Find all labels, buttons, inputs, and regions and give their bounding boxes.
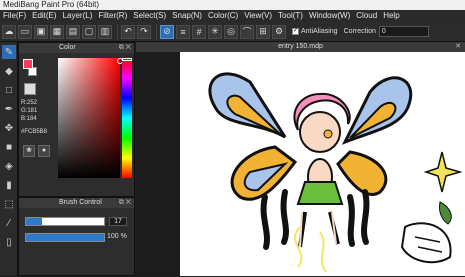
save-icon[interactable]: ▣ (34, 24, 48, 39)
rgb-readout: R:252 G:181 B:184 (21, 99, 37, 123)
gradient-tool-icon[interactable]: ▮ (2, 178, 16, 192)
layer-icon[interactable]: ▤ (66, 24, 80, 39)
brush-panel-title: Brush Control (59, 199, 102, 206)
brush-size-slider[interactable] (25, 217, 105, 226)
menu-select[interactable]: Select(S) (130, 10, 169, 22)
brush-control-panel: Brush Control ⧉ ✕ 17 100 % (18, 197, 135, 276)
correction-select[interactable]: 0 (378, 26, 429, 37)
brush-size-fill (26, 218, 42, 225)
fill-tool-icon[interactable]: ◈ (2, 159, 16, 173)
menu-layer[interactable]: Layer(L) (60, 10, 96, 22)
color-panel-title: Color (59, 44, 76, 51)
brush-panel-header: Brush Control ⧉ ✕ (19, 198, 134, 208)
film-icon[interactable]: ▥ (98, 24, 112, 39)
drawing-canvas[interactable] (180, 52, 465, 276)
brush-opacity-value[interactable]: 100 % (107, 233, 127, 240)
window-title: MediBang Paint Pro (64bit) (0, 0, 465, 10)
cloud-icon[interactable]: ☁ (2, 24, 16, 39)
snap-curve-icon[interactable]: ⌒ (240, 24, 254, 39)
folder-icon[interactable]: ▭ (18, 24, 32, 39)
separator (117, 24, 118, 39)
menu-filter[interactable]: Filter(R) (95, 10, 130, 22)
dot-tool-icon[interactable]: □ (2, 83, 16, 97)
correction-label: Correction (343, 28, 376, 35)
eyedropper-tool-icon[interactable]: ⁄ (2, 216, 16, 230)
antialiasing-toggle[interactable]: ✓ AntiAliasing (292, 28, 338, 35)
snap-parallel-icon[interactable]: ≡ (176, 24, 190, 39)
hex-value[interactable]: #FCB5B8 (21, 129, 47, 135)
fairy-artwork (208, 72, 463, 273)
snap-settings-icon[interactable]: ⚙ (272, 24, 286, 39)
menu-file[interactable]: File(F) (0, 10, 29, 22)
red-value: R:252 (21, 100, 38, 106)
hue-slider[interactable] (122, 58, 132, 178)
menu-view[interactable]: View(V) (241, 10, 275, 22)
snap-perspective-icon[interactable]: ⊞ (256, 24, 270, 39)
correction-control: Correction 0 (344, 26, 429, 37)
brush-size-value[interactable]: 17 (109, 217, 127, 226)
menu-window[interactable]: Window(W) (306, 10, 353, 22)
transparent-color-swatch[interactable] (24, 83, 36, 95)
color-mode-icons: ❀ ● (23, 145, 50, 157)
brush-opacity-slider[interactable] (25, 233, 105, 242)
brush-tool-icon[interactable]: ✎ (2, 45, 16, 59)
separator (156, 24, 157, 39)
menu-help[interactable]: Help (380, 10, 402, 22)
move-tool-icon[interactable]: ✥ (2, 121, 16, 135)
blue-value: B:184 (21, 116, 37, 122)
snap-radial-icon[interactable]: ✳ (208, 24, 222, 39)
checkbox-icon[interactable]: ✓ (292, 28, 299, 35)
antialiasing-label: AntiAliasing (301, 28, 338, 35)
foreground-color-swatch[interactable] (23, 59, 33, 69)
brush-opacity-fill (26, 234, 104, 241)
color-wheel-icon[interactable]: ● (38, 145, 50, 157)
snap-off-icon[interactable]: ⊘ (160, 24, 174, 39)
menu-snap[interactable]: Snap(N) (169, 10, 205, 22)
select-tool-icon[interactable]: ⬚ (2, 197, 16, 211)
hand-tool-icon[interactable]: ▯ (2, 235, 16, 249)
color-panel-header: Color ⧉ ✕ (19, 43, 134, 53)
tool-sidebar: ✎ ◆ □ ✒ ✥ ■ ◈ ▮ ⬚ ⁄ ▯ (0, 42, 18, 276)
grid-icon[interactable]: ▦ (50, 24, 64, 39)
menu-edit[interactable]: Edit(E) (29, 10, 59, 22)
close-document-icon[interactable]: ✕ (455, 42, 461, 52)
color-panel: Color ⧉ ✕ R:252 G:181 B:184 #FCB5B8 ❀ ● (18, 42, 135, 197)
canvas-area: entry 150.mdp ✕ (136, 42, 465, 276)
panel-float-close-icon[interactable]: ⧉ ✕ (119, 198, 131, 208)
frame-icon[interactable]: ▢ (82, 24, 96, 39)
snap-grid-icon[interactable]: # (192, 24, 206, 39)
menu-tool[interactable]: Tool(T) (275, 10, 306, 22)
document-tab[interactable]: entry 150.mdp ✕ (136, 42, 465, 52)
saturation-value-picker[interactable] (58, 58, 120, 178)
eraser-tool-icon[interactable]: ◆ (2, 64, 16, 78)
green-value: G:181 (21, 108, 38, 114)
document-title: entry 150.mdp (278, 43, 323, 50)
toolbar: ☁ ▭ ▣ ▦ ▤ ▢ ▥ ↶ ↷ ⊘ ≡ # ✳ ◎ ⌒ ⊞ ⚙ ✓ Anti… (0, 22, 465, 42)
menu-cloud[interactable]: Cloud (353, 10, 380, 22)
lasso-tool-icon[interactable]: ✒ (2, 102, 16, 116)
snap-circle-icon[interactable]: ◎ (224, 24, 238, 39)
hue-marker[interactable] (122, 58, 132, 61)
menu-bar: File(F) Edit(E) Layer(L) Filter(R) Selec… (0, 10, 465, 22)
palette-icon[interactable]: ❀ (23, 145, 35, 157)
shape-tool-icon[interactable]: ■ (2, 140, 16, 154)
undo-icon[interactable]: ↶ (121, 24, 135, 39)
redo-icon[interactable]: ↷ (137, 24, 151, 39)
menu-color[interactable]: Color(C) (205, 10, 241, 22)
panel-float-close-icon[interactable]: ⧉ ✕ (119, 43, 131, 53)
